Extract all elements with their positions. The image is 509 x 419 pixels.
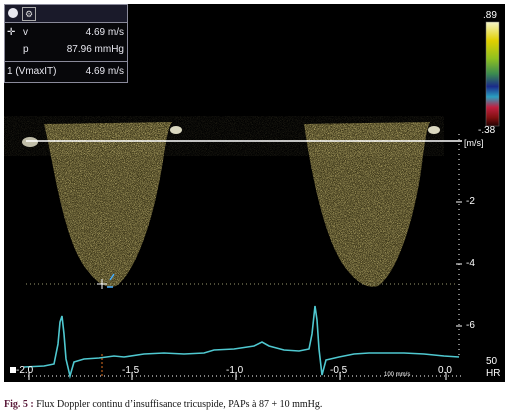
color-scale-top: .89 [483, 10, 497, 21]
time-tick: -0.5 [330, 365, 348, 376]
circle-icon[interactable] [8, 8, 18, 18]
pressure-row: p 87.96 mmHg [7, 43, 124, 56]
valve-click [170, 126, 182, 134]
time-tick: 0.0 [438, 365, 452, 376]
velocity-value: 4.69 m/s [85, 27, 124, 38]
vmax-label: 1 (VmaxIT) [7, 66, 57, 77]
doppler-screen: ⚙ ✛ v 4.69 m/s p 87.96 mmHg 1 (VmaxIT) 4… [4, 4, 505, 382]
pressure-value: 87.96 mmHg [66, 44, 124, 55]
vmax-row: 1 (VmaxIT) 4.69 m/s [7, 65, 124, 78]
color-scale-bar [485, 21, 500, 127]
caption-label: Fig. 5 : [4, 399, 34, 410]
heart-rate-value: 50 [486, 356, 498, 367]
heart-rate-unit: HR [486, 368, 501, 379]
crosshair-icon: ✛ [7, 27, 16, 38]
valve-click [22, 137, 38, 147]
measurement-panel: ⚙ ✛ v 4.69 m/s p 87.96 mmHg 1 (VmaxIT) 4… [4, 4, 128, 83]
systolic-envelope-1-fill [44, 122, 172, 287]
sweep-speed: 100 mm/s [384, 372, 411, 378]
valve-click [428, 126, 440, 134]
panel-header: ⚙ [5, 5, 127, 23]
caption-text: Flux Doppler continu d’insuffisance tric… [36, 399, 323, 410]
time-tick: -2.0 [16, 365, 34, 376]
velocity-unit: [m/s] [464, 138, 484, 148]
systolic-envelope-2-fill [304, 122, 430, 287]
velocity-tick: -4 [466, 258, 475, 269]
time-tick: -1.5 [122, 365, 140, 376]
grid-icon[interactable]: ⚙ [22, 7, 36, 21]
velocity-label: v [23, 27, 28, 38]
time-tick: -1.0 [226, 365, 244, 376]
velocity-tick: -2 [466, 196, 475, 207]
velocity-tick: -6 [466, 320, 475, 331]
color-scale-bottom: -.38 [478, 125, 496, 136]
figure-caption: Fig. 5 : Flux Doppler continu d’insuffis… [4, 399, 322, 410]
velocity-row: ✛ v 4.69 m/s [7, 26, 124, 39]
pressure-label: p [23, 44, 29, 55]
vmax-value: 4.69 m/s [85, 66, 124, 77]
velocity-axis [456, 134, 462, 359]
